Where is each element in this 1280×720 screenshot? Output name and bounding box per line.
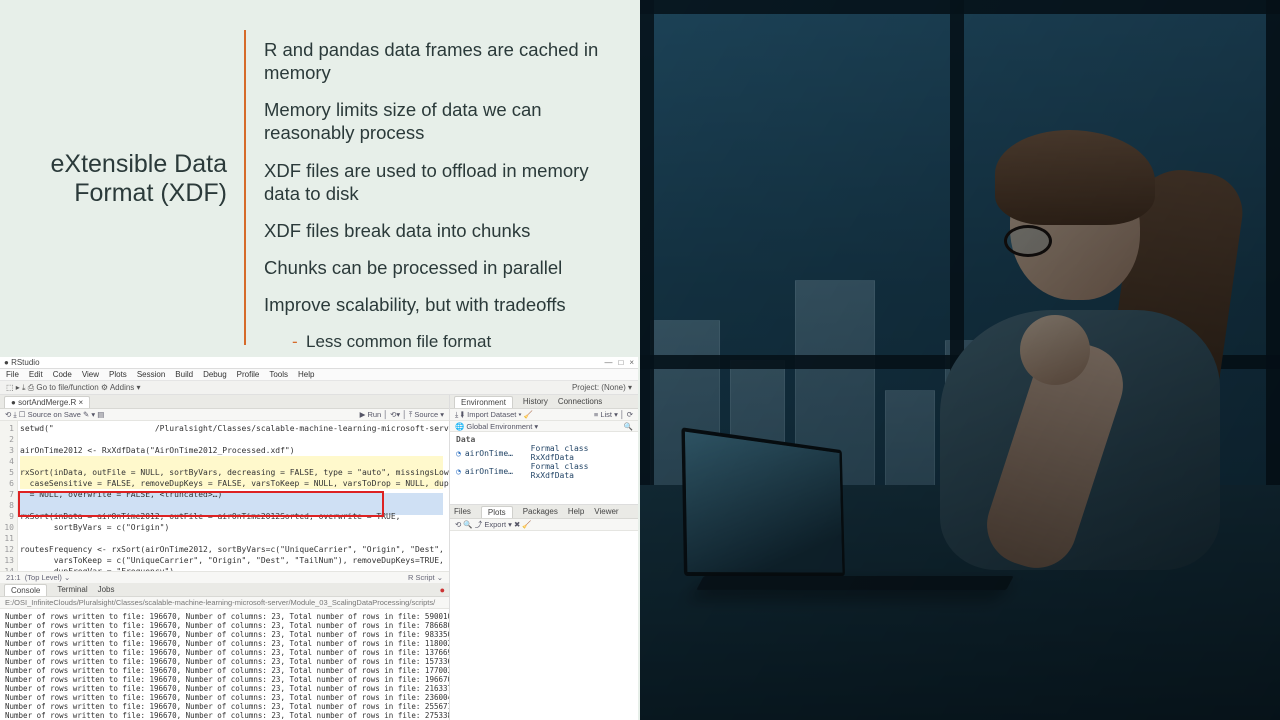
menu-item[interactable]: View: [82, 370, 99, 379]
menu-item[interactable]: File: [6, 370, 19, 379]
sub-bullet-item: -Less common file format: [264, 330, 624, 354]
slide-left-panel: eXtensible Data Format (XDF) R and panda…: [0, 0, 640, 720]
close-icon[interactable]: ×: [629, 358, 634, 367]
tab-packages[interactable]: Packages: [523, 507, 558, 516]
vertical-divider: [244, 30, 246, 345]
menu-item[interactable]: Plots: [109, 370, 127, 379]
tab-terminal[interactable]: Terminal: [57, 585, 87, 594]
object-icon: ◔: [456, 467, 461, 476]
menu-item[interactable]: Session: [137, 370, 165, 379]
slide-title: eXtensible Data Format (XDF): [0, 150, 235, 208]
bullet-list: R and pandas data frames are cached in m…: [264, 38, 624, 378]
bullet-item: XDF files are used to offload in memory …: [264, 159, 624, 205]
line-gutter: 123456789101112131415161718192021: [0, 421, 18, 571]
menu-item[interactable]: Help: [298, 370, 314, 379]
bullet-item: XDF files break data into chunks: [264, 219, 624, 242]
bullet-item: Improve scalability, but with tradeoffs: [264, 293, 624, 316]
console-tabs[interactable]: Console Terminal Jobs ●: [0, 583, 449, 597]
source-file-tab[interactable]: ● sortAndMerge.R ×: [4, 396, 90, 408]
viewer-toolbar-buttons[interactable]: ⟲ 🔍 ⤴ Export ▾ ✖ 🧹: [455, 519, 532, 530]
tab-help[interactable]: Help: [568, 507, 584, 516]
slide-title-line1: eXtensible Data: [0, 150, 227, 179]
menu-item[interactable]: Code: [53, 370, 72, 379]
env-row[interactable]: ◔airOnTime… Formal class RxXdfData: [456, 462, 632, 480]
source-tabs[interactable]: ● sortAndMerge.R ×: [0, 395, 449, 409]
console-output[interactable]: Number of rows written to file: 196670, …: [0, 609, 449, 720]
viewer-toolbar[interactable]: ⟲ 🔍 ⤴ Export ▾ ✖ 🧹: [450, 519, 638, 531]
window-titlebar[interactable]: ● RStudio — □ ×: [0, 357, 638, 369]
main-toolbar[interactable]: ⬚ ▸ ⤓ ⎙ Go to file/function ⚙ Addins ▾ P…: [0, 381, 638, 395]
minimize-icon[interactable]: —: [604, 358, 612, 367]
search-icon[interactable]: 🔍: [624, 422, 633, 431]
editor-status-bar: 21:1 (Top Level) ⌄ R Script ⌄: [0, 571, 449, 583]
menu-item[interactable]: Tools: [269, 370, 288, 379]
dash-icon: -: [292, 330, 306, 354]
bullet-item: Chunks can be processed in parallel: [264, 256, 624, 279]
tab-viewer[interactable]: Viewer: [594, 507, 618, 516]
tab-jobs[interactable]: Jobs: [98, 585, 115, 594]
cursor-position: 21:1: [6, 573, 21, 582]
tab-connections[interactable]: Connections: [558, 397, 602, 406]
source-toolbar-left[interactable]: ⟲ ⤓ ☐ Source on Save ✎ ▾ ▤: [5, 410, 104, 420]
menu-item[interactable]: Build: [175, 370, 193, 379]
env-category: Data: [456, 435, 632, 444]
viewer-tabs[interactable]: Files Plots Packages Help Viewer: [450, 505, 638, 519]
tab-plots[interactable]: Plots: [481, 506, 513, 518]
app-title: ● RStudio: [4, 358, 40, 367]
plot-area: [450, 531, 638, 720]
env-scope-bar[interactable]: 🌐 Global Environment ▾ 🔍: [450, 421, 638, 432]
env-scope-selector[interactable]: 🌐 Global Environment ▾: [455, 422, 538, 431]
env-toolbar-left[interactable]: ⤓ ⬇ Import Dataset ▾ 🧹: [455, 410, 533, 420]
file-type-selector[interactable]: R Script ⌄: [408, 573, 443, 582]
environment-list[interactable]: Data ◔airOnTime… Formal class RxXdfData …: [450, 432, 638, 504]
source-toolbar[interactable]: ⟲ ⤓ ☐ Source on Save ✎ ▾ ▤ ▶ Run │ ⟲▾ │ …: [0, 409, 449, 421]
environment-toolbar[interactable]: ⤓ ⬇ Import Dataset ▾ 🧹 ≡ List ▾ │ ⟳: [450, 409, 638, 421]
tab-console[interactable]: Console: [4, 584, 47, 596]
source-toolbar-right[interactable]: ▶ Run │ ⟲▾ │ ⤒ Source ▾: [360, 410, 444, 420]
environment-tabs[interactable]: Environment History Connections: [450, 395, 638, 409]
console-working-dir: E:/OSI_InfiniteClouds/Pluralsight/Classe…: [0, 597, 449, 609]
maximize-icon[interactable]: □: [618, 358, 623, 367]
code-editor[interactable]: 123456789101112131415161718192021 setwd(…: [0, 421, 449, 571]
rstudio-window: ● RStudio — □ × File Edit Code View Plot…: [0, 357, 638, 720]
menu-item[interactable]: Edit: [29, 370, 43, 379]
tab-environment[interactable]: Environment: [454, 396, 513, 408]
scope-selector[interactable]: (Top Level) ⌄: [25, 573, 70, 582]
env-row[interactable]: ◔airOnTime… Formal class RxXdfData: [456, 444, 632, 462]
menu-item[interactable]: Profile: [237, 370, 260, 379]
hero-photo: [640, 0, 1280, 720]
toolbar-left[interactable]: ⬚ ▸ ⤓ ⎙ Go to file/function ⚙ Addins ▾: [6, 383, 141, 393]
code-content[interactable]: setwd(" /Pluralsight/Classes/scalable-ma…: [20, 423, 447, 571]
bullet-item: R and pandas data frames are cached in m…: [264, 38, 624, 84]
menu-item[interactable]: Debug: [203, 370, 227, 379]
menu-bar[interactable]: File Edit Code View Plots Session Build …: [0, 369, 638, 381]
stop-icon[interactable]: ●: [440, 585, 445, 595]
project-selector[interactable]: Project: (None) ▾: [572, 383, 632, 392]
window-controls[interactable]: — □ ×: [604, 358, 634, 367]
object-icon: ◔: [456, 449, 461, 458]
slide-title-line2: Format (XDF): [0, 179, 227, 208]
bullet-item: Memory limits size of data we can reason…: [264, 98, 624, 144]
tab-files[interactable]: Files: [454, 507, 471, 516]
env-toolbar-right[interactable]: ≡ List ▾ │ ⟳: [594, 410, 633, 419]
tab-history[interactable]: History: [523, 397, 548, 406]
